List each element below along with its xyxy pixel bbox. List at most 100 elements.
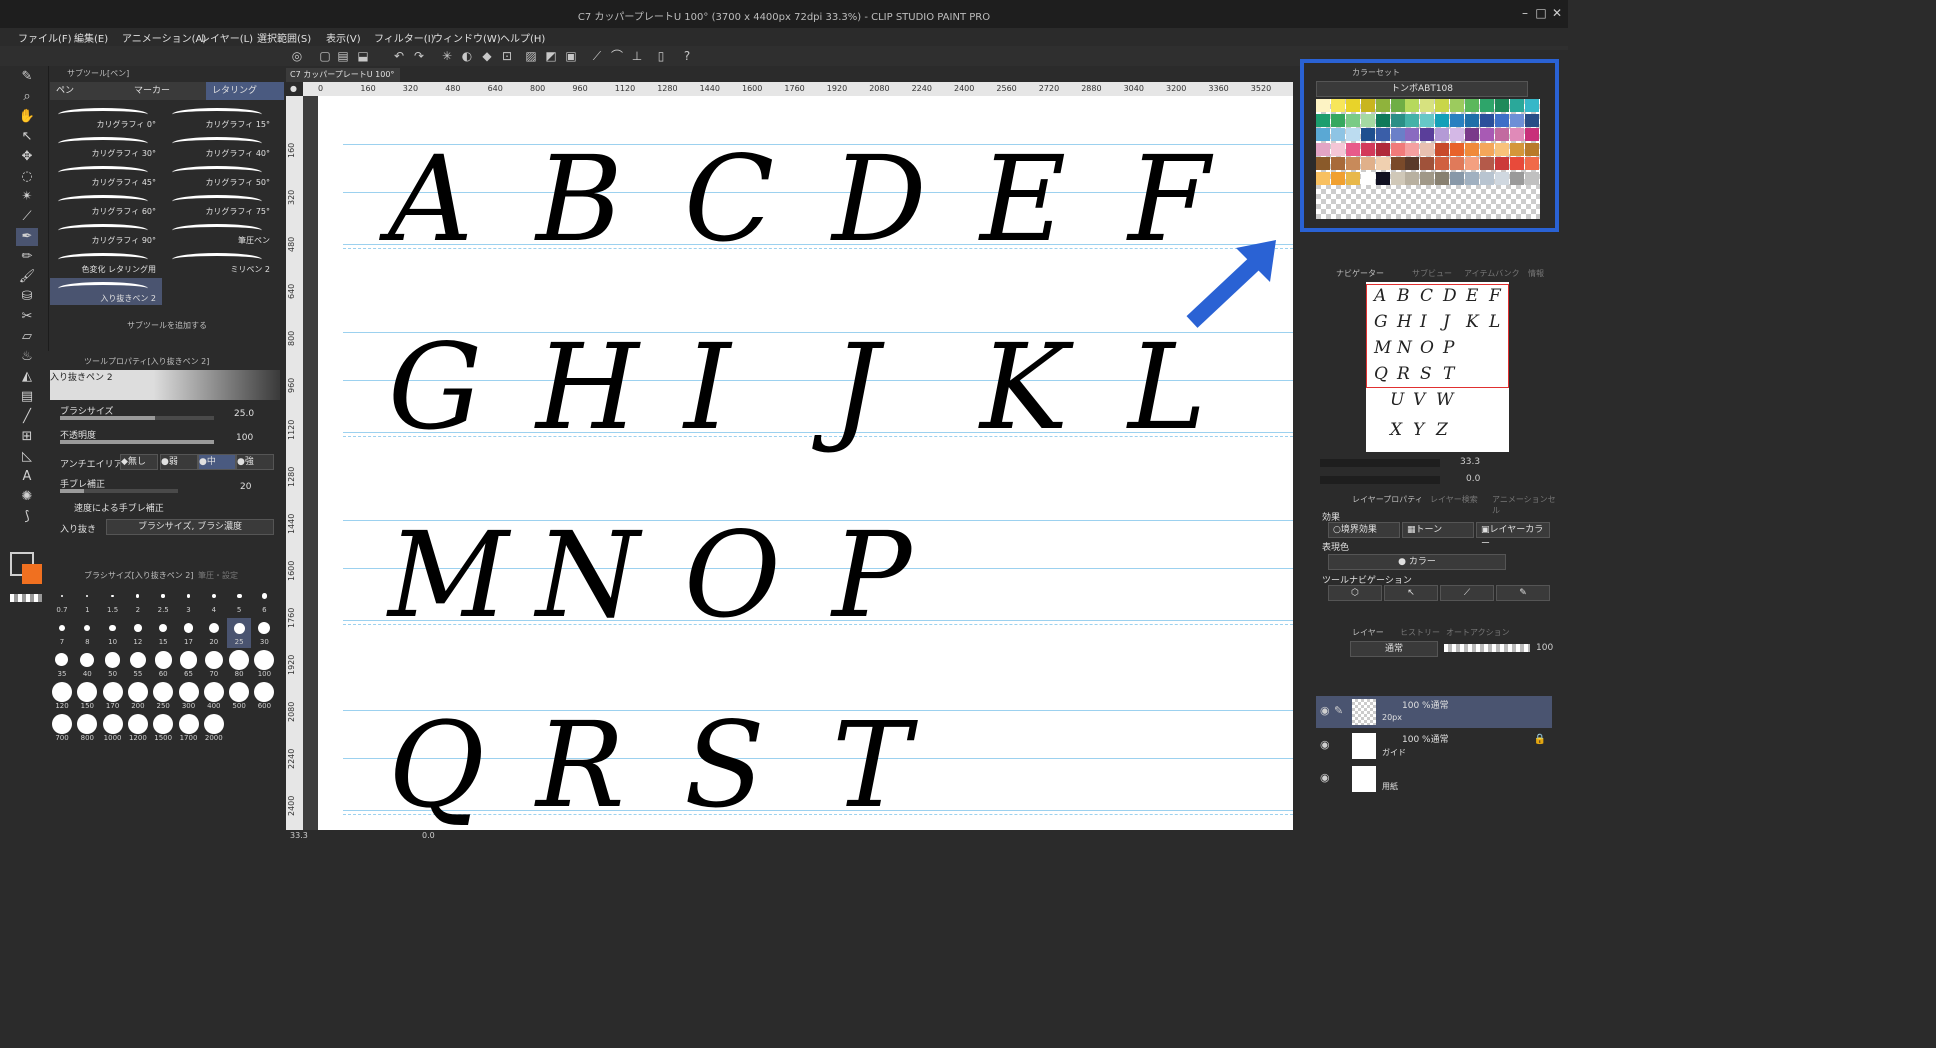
brush-size-option[interactable]: 7 [50,618,74,648]
color-swatch[interactable] [1450,128,1465,141]
figure-tool-icon[interactable]: ╱ [16,408,38,426]
color-swatch[interactable] [1479,157,1494,170]
color-swatch[interactable] [1524,128,1539,141]
color-swatch[interactable] [1316,171,1330,185]
transform-icon[interactable]: ◆ [480,49,494,63]
tool-nav-button-4[interactable]: ✎ [1496,585,1550,601]
color-swatch[interactable] [1420,157,1435,170]
taper-dropdown[interactable]: ブラシサイズ, ブラシ濃度 [106,519,274,535]
text-tool-icon[interactable]: A [16,468,38,486]
color-swatch[interactable] [1375,128,1390,141]
brush-preset-item[interactable]: カリグラフィ 0° [50,104,162,131]
invert-selection-icon[interactable]: ◩ [544,49,558,63]
color-swatch[interactable] [1465,99,1479,112]
color-swatch[interactable] [1420,99,1435,112]
lasso-tool-icon[interactable]: ◌ [16,168,38,186]
color-swatch[interactable] [1345,113,1360,127]
color-swatch[interactable] [1420,171,1435,185]
brush-size-option[interactable]: 1500 [151,714,175,744]
color-swatch[interactable] [1509,157,1524,170]
color-swatch[interactable] [1330,171,1345,185]
hand-tool-icon[interactable]: ✋ [16,108,38,126]
color-swatch[interactable] [1479,99,1494,112]
brush-preset-item[interactable]: 色変化 レタリング用 [50,249,162,276]
save-icon[interactable]: ⬓ [356,49,370,63]
color-swatch[interactable] [1390,128,1405,141]
layer-opacity-slider[interactable] [1444,644,1530,652]
tab-layer-search[interactable]: レイヤー検索 [1430,494,1478,505]
tone-button[interactable]: ▦トーン [1402,522,1474,538]
color-swatch[interactable] [1316,113,1330,127]
tab-layer-property[interactable]: レイヤープロパティ [1352,494,1423,505]
visibility-eye-icon[interactable]: ◉ [1320,704,1330,717]
zoom-value[interactable]: 33.3 [290,831,308,840]
brush-preset-item[interactable]: ミリペン 2 [164,249,276,276]
clear-icon[interactable]: ✳ [440,49,454,63]
color-swatch[interactable] [1405,128,1420,141]
brush-size-option[interactable]: 800 [75,714,99,744]
color-swatch[interactable] [1316,128,1330,141]
color-swatch[interactable] [1494,99,1509,112]
color-swatch[interactable] [1375,142,1390,156]
color-swatch[interactable] [1345,128,1360,141]
angle-value[interactable]: 0.0 [422,831,435,840]
frame-tool-icon[interactable]: ⊞ [16,428,38,446]
pen-tool-icon[interactable]: ✎ [16,68,38,86]
antialias-strong[interactable]: ●強 [236,454,274,470]
brush-size-option[interactable]: 500 [227,682,251,712]
brush-size-option[interactable]: 55 [126,650,150,680]
color-swatch[interactable] [1465,113,1479,127]
brush-preset-item[interactable]: カリグラフィ 90° [50,220,162,247]
operation-tool-icon[interactable]: ↖ [16,128,38,146]
color-swatch[interactable] [1509,128,1524,141]
tab-subview[interactable]: サブビュー [1412,268,1452,279]
lock-icon[interactable]: 🔒 [1534,734,1546,745]
brush-preset-item[interactable]: カリグラフィ 50° [164,162,276,189]
brush-size-option[interactable]: 70 [202,650,226,680]
help-icon[interactable]: ? [680,49,694,63]
balloon-tool-icon[interactable]: ✺ [16,488,38,506]
brush-size-option[interactable]: 2 [126,586,150,616]
color-swatch[interactable] [1345,142,1360,156]
minimize-button[interactable]: – [1518,6,1532,20]
color-swatch[interactable] [1450,171,1465,185]
brush-preset-item[interactable]: カリグラフィ 30° [50,133,162,160]
antialias-none[interactable]: ◆無し [120,454,158,470]
color-swatch[interactable] [1479,142,1494,156]
color-swatch[interactable] [1494,157,1509,170]
close-button[interactable]: ✕ [1550,6,1564,20]
color-swatch[interactable] [1375,157,1390,170]
color-swatch[interactable] [1524,171,1539,185]
brush-size-option[interactable]: 600 [252,682,276,712]
color-swatch[interactable] [1360,171,1375,185]
brush-size-option[interactable]: 6 [252,586,276,616]
brush-size-option[interactable]: 20 [202,618,226,648]
brush-size-option[interactable]: 17 [177,618,201,648]
tool-nav-button-2[interactable]: ↖ [1384,585,1438,601]
color-swatch[interactable] [1479,128,1494,141]
brush-size-option[interactable]: 12 [126,618,150,648]
fill-tool-icon[interactable]: ◭ [16,368,38,386]
brush-size-option[interactable]: 120 [50,682,74,712]
color-swatch[interactable] [1524,113,1539,127]
color-swatch[interactable] [1465,171,1479,185]
color-swatch[interactable] [1390,113,1405,127]
color-swatch[interactable] [1390,157,1405,170]
layer-row[interactable]: ◉ 用紙 [1316,763,1552,795]
snap-special-ruler-icon[interactable]: ⌒ [610,49,624,63]
tab-history[interactable]: ヒストリー [1400,627,1440,638]
lettering-pen-tool-icon[interactable]: ✒ [16,228,38,246]
brush-size-option[interactable]: 65 [177,650,201,680]
speed-stabilization-checkbox[interactable]: 速度による手ブレ補正 [74,501,164,514]
color-swatch[interactable] [1509,99,1524,112]
navigator-rotate-slider[interactable] [1320,476,1440,484]
color-swatch[interactable] [1450,142,1465,156]
menu-animation[interactable]: アニメーション(A) [122,30,206,45]
layer-row[interactable]: ◉ ✎ 100 %通常 20px [1316,696,1552,728]
stabilization-value[interactable]: 20 [240,482,251,492]
menu-layer[interactable]: レイヤー(L) [200,30,253,45]
color-swatch[interactable] [1420,142,1435,156]
color-swatch[interactable] [1345,171,1360,185]
visibility-eye-icon[interactable]: ◉ [1320,771,1330,784]
color-swatch[interactable] [1420,128,1435,141]
